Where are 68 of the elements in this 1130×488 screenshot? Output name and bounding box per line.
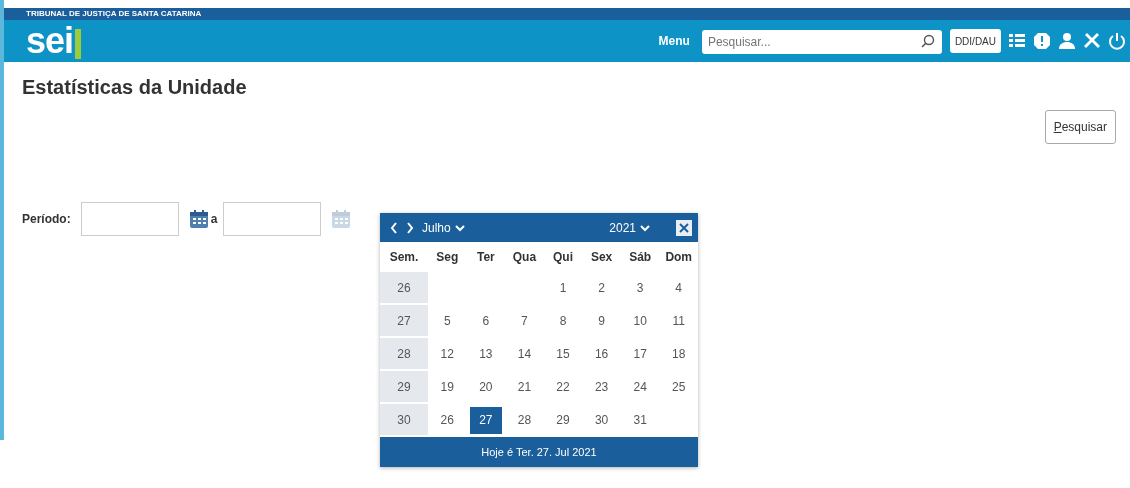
calendar-icon[interactable] [188, 209, 209, 229]
calendar-day[interactable]: 29 [543, 404, 583, 437]
weekday-header: Qua [511, 249, 538, 266]
calendar-day[interactable]: 13 [466, 338, 506, 371]
calendar-day[interactable]: 20 [466, 371, 506, 404]
weekday-header: Ter [475, 249, 496, 266]
calendar-day[interactable]: 19 [428, 371, 467, 404]
week-number: 29 [380, 371, 428, 404]
search-button[interactable]: Pesquisar [1044, 110, 1116, 144]
close-button[interactable] [676, 219, 692, 236]
weekday-header: Sem. [388, 249, 420, 266]
calendar-day[interactable]: 9 [582, 305, 621, 338]
tools-icon[interactable] [1083, 32, 1101, 50]
week-number: 27 [380, 305, 428, 338]
unit-button[interactable]: DDI/DAU [949, 29, 1001, 53]
period-label: Período: [22, 211, 71, 228]
calendar-day[interactable]: 10 [620, 305, 660, 338]
week-number: 30 [380, 404, 428, 437]
search-icon[interactable] [920, 34, 935, 48]
calendar-day[interactable]: 16 [582, 338, 621, 371]
calendar-day[interactable]: 26 [428, 404, 467, 437]
calendar-day[interactable]: 31 [620, 404, 660, 437]
weekday-header: Dom [664, 249, 694, 266]
calendar-day[interactable]: 15 [543, 338, 583, 371]
chevron-down-icon[interactable] [454, 223, 465, 232]
calendar-day[interactable]: 21 [505, 371, 544, 404]
page-title: Estatísticas da Unidade [22, 75, 248, 100]
calendar-day[interactable]: 17 [620, 338, 660, 371]
user-icon[interactable] [1058, 32, 1076, 50]
calendar-day[interactable]: 5 [428, 305, 467, 338]
calendar-day[interactable]: 4 [659, 272, 698, 305]
calendar-day[interactable]: 6 [466, 305, 506, 338]
search-field[interactable]: Pesquisar... [701, 30, 942, 54]
calendar-day[interactable]: 3 [620, 272, 660, 305]
power-icon[interactable] [1108, 32, 1126, 50]
calendar-day[interactable]: 22 [543, 371, 583, 404]
weekday-header: Qui [552, 249, 574, 266]
date-field[interactable] [80, 202, 179, 236]
weekday-header: Sex [589, 249, 614, 266]
logo[interactable]: sei [26, 23, 82, 59]
today-button[interactable]: Hoje é Ter. 27. Jul 2021 [380, 437, 698, 467]
calendar-day[interactable]: 23 [582, 371, 621, 404]
calendar-day[interactable]: 14 [505, 338, 544, 371]
week-number: 28 [380, 338, 428, 371]
week-number: 26 [380, 272, 428, 305]
organization-name: TRIBUNAL DE JUSTIÇA DE SANTA CATARINA [26, 9, 202, 18]
calendar-day[interactable]: 25 [659, 371, 698, 404]
calendar-day[interactable]: 7 [505, 305, 544, 338]
list-icon[interactable] [1008, 32, 1026, 50]
calendar-day[interactable]: 30 [582, 404, 621, 437]
menu-link[interactable]: Menu [658, 32, 690, 50]
year-dropdown[interactable]: 2021 [605, 218, 654, 237]
chevron-down-icon[interactable] [640, 223, 650, 232]
calendar-day[interactable]: 24 [620, 371, 660, 404]
calendar-day[interactable]: 1 [543, 272, 583, 305]
calendar-day[interactable]: 28 [505, 404, 544, 437]
selected-day[interactable]: 27 [469, 407, 503, 434]
weekday-header: Sáb [628, 249, 653, 266]
separator-label: a [210, 211, 218, 228]
calendar-day[interactable]: 2 [582, 272, 621, 305]
calendar-day[interactable]: 11 [659, 305, 698, 338]
weekday-header: Seg [435, 249, 460, 266]
calendar-day[interactable]: 8 [543, 305, 583, 338]
calendar-day[interactable]: 12 [428, 338, 467, 371]
calendar-day[interactable]: 18 [659, 338, 698, 371]
alert-icon[interactable] [1033, 32, 1051, 50]
month-dropdown[interactable]: Julho [418, 218, 469, 237]
date-field[interactable] [223, 202, 322, 236]
